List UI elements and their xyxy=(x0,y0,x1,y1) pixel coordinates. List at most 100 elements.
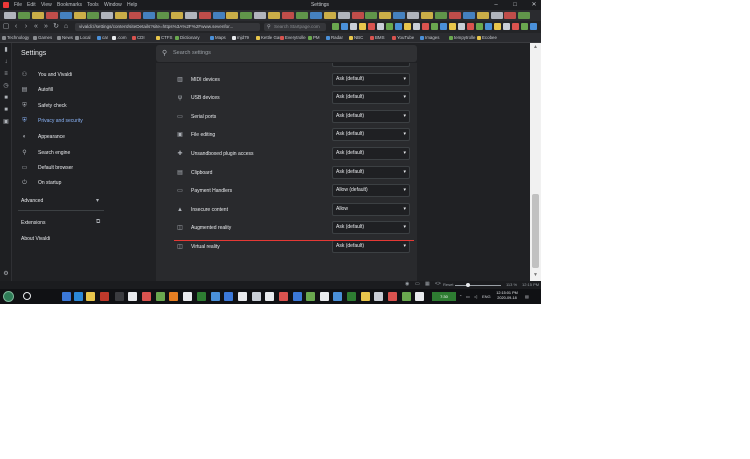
fast-forward-icon[interactable]: » xyxy=(42,23,50,31)
extension-icon[interactable] xyxy=(449,23,456,30)
browser-tab[interactable] xyxy=(87,12,100,19)
start-button[interactable] xyxy=(3,291,14,302)
browser-tab[interactable] xyxy=(198,12,211,19)
browser-tab[interactable] xyxy=(337,12,350,19)
bookmark-item[interactable]: Images xyxy=(420,34,439,42)
taskbar-app-icon[interactable] xyxy=(306,292,315,301)
taskbar-app-icon[interactable] xyxy=(402,292,411,301)
zoom-slider-handle[interactable] xyxy=(466,283,470,287)
forward-icon[interactable]: › xyxy=(22,23,30,31)
bookmark-item[interactable]: BMS xyxy=(370,34,385,42)
extension-icon[interactable] xyxy=(521,23,528,30)
bookmark-item[interactable]: Radar xyxy=(326,34,343,42)
menu-window[interactable]: Window xyxy=(104,2,122,8)
taskbar-app-icon[interactable] xyxy=(128,292,137,301)
browser-tab[interactable] xyxy=(462,12,475,19)
sidebar-item[interactable]: ◐ Appearance xyxy=(12,131,154,144)
bookmark-item[interactable]: YouTube xyxy=(392,34,414,42)
taskbar-app-icon[interactable] xyxy=(374,292,383,301)
network-icon[interactable]: ▭ xyxy=(466,293,470,300)
browser-tab[interactable] xyxy=(434,12,447,19)
taskbar-clock[interactable]: 12:15:01 PM 2020-09-18 xyxy=(496,291,518,301)
permission-select[interactable]: Ask (default) ▾ xyxy=(332,147,410,160)
permission-select[interactable]: Allow (default) ▾ xyxy=(332,184,410,198)
taskbar-app-icon[interactable] xyxy=(279,292,288,301)
browser-tab[interactable] xyxy=(59,12,72,19)
menu-tools[interactable]: Tools xyxy=(87,2,99,8)
taskbar-app-icon[interactable] xyxy=(347,292,356,301)
bookmark-item[interactable]: Kettle Gas xyxy=(256,34,282,42)
rewind-icon[interactable]: « xyxy=(32,23,40,31)
bookmark-item[interactable]: PM xyxy=(308,34,320,42)
extension-icon[interactable] xyxy=(350,23,357,30)
settings-gear-icon[interactable]: ⚙ xyxy=(3,271,9,277)
sidebar-item[interactable]: ⚲ Search engine xyxy=(12,147,154,160)
taskbar-app-icon[interactable] xyxy=(197,292,206,301)
reload-icon[interactable]: ↻ xyxy=(52,23,60,31)
bookmark-item[interactable]: .com xyxy=(112,34,127,42)
extension-icon[interactable] xyxy=(395,23,402,30)
notification-icon[interactable]: ▤ xyxy=(525,293,529,300)
browser-tab[interactable] xyxy=(379,12,392,19)
extension-icon[interactable] xyxy=(503,23,510,30)
open-external-icon[interactable]: ⧉ xyxy=(96,219,100,226)
extensions-link[interactable]: Extensions xyxy=(21,220,45,226)
browser-tab[interactable] xyxy=(45,12,58,19)
zoom-reset-button[interactable]: Reset xyxy=(443,282,453,288)
bookmark-item[interactable]: CTFS xyxy=(156,34,172,42)
bookmark-item[interactable]: Games xyxy=(33,34,52,42)
browser-tab[interactable] xyxy=(17,12,30,19)
extension-icon[interactable] xyxy=(341,23,348,30)
bookmark-item[interactable]: CDI xyxy=(132,34,145,42)
browser-tab[interactable] xyxy=(282,12,294,19)
taskbar-app-icon[interactable] xyxy=(86,292,95,301)
browser-tab[interactable] xyxy=(309,12,322,19)
taskbar-app-icon[interactable] xyxy=(115,292,124,301)
permission-select[interactable]: Allow ▾ xyxy=(332,202,410,216)
vivaldi-logo-icon[interactable] xyxy=(3,2,9,8)
bookmark-item[interactable]: Ecobee xyxy=(477,34,497,42)
browser-tab[interactable] xyxy=(115,12,128,19)
images-icon[interactable]: ▦ xyxy=(425,282,430,287)
browser-tab[interactable] xyxy=(476,12,489,19)
browser-tab[interactable] xyxy=(129,12,142,19)
menu-bookmarks[interactable]: Bookmarks xyxy=(57,2,82,8)
search-settings-input[interactable]: ⚲ Search settings xyxy=(156,45,417,62)
history-panel-icon[interactable]: ◷ xyxy=(3,83,9,89)
browser-tab[interactable] xyxy=(351,12,364,19)
taskbar-app-icon[interactable] xyxy=(265,292,274,301)
search-circle-icon[interactable] xyxy=(23,292,31,300)
sidebar-item[interactable]: ⛨ Privacy and security xyxy=(12,115,154,128)
permission-select[interactable]: Ask (default) ▾ xyxy=(332,72,410,86)
sidebar-item[interactable]: ▤ Autofill xyxy=(12,84,154,97)
browser-tab[interactable] xyxy=(518,12,531,19)
scroll-down-icon[interactable]: ▼ xyxy=(533,272,538,278)
extension-icon[interactable] xyxy=(467,23,474,30)
taskbar-app-icon[interactable] xyxy=(252,292,261,301)
browser-tab[interactable] xyxy=(143,12,155,19)
advanced-section[interactable]: Advanced xyxy=(21,198,43,204)
taskbar-app-icon[interactable] xyxy=(320,292,329,301)
browser-tab[interactable] xyxy=(31,12,44,19)
browser-tab[interactable] xyxy=(421,12,433,19)
sidebar-item[interactable]: ⛨ Safety check xyxy=(12,100,154,113)
menu-view[interactable]: View xyxy=(41,2,52,8)
bookmark-item[interactable]: Dictionary xyxy=(175,34,200,42)
permission-select[interactable]: Ask (default) ▾ xyxy=(332,63,410,67)
tray-chevron-icon[interactable]: ⌃ xyxy=(459,293,462,300)
scroll-up-icon[interactable]: ▲ xyxy=(533,44,538,50)
taskbar-app-icon[interactable] xyxy=(415,292,424,301)
bookmark-item[interactable]: Everytrolle xyxy=(280,34,306,42)
language-indicator[interactable]: ENG xyxy=(482,293,491,300)
extension-icon[interactable] xyxy=(404,23,411,30)
permission-select[interactable]: Ask (default) ▾ xyxy=(332,165,410,179)
taskbar-app-icon[interactable] xyxy=(333,292,342,301)
bookmark-item[interactable]: Technology xyxy=(2,34,29,42)
taskbar-app-icon[interactable] xyxy=(388,292,397,301)
panel-toggle-icon[interactable]: ▢ xyxy=(2,23,10,31)
volume-icon[interactable]: ◁ xyxy=(474,293,477,300)
extension-icon[interactable] xyxy=(476,23,483,30)
taskbar-app-icon[interactable] xyxy=(211,292,220,301)
extension-icon[interactable] xyxy=(530,23,537,30)
browser-tab[interactable] xyxy=(226,12,239,19)
